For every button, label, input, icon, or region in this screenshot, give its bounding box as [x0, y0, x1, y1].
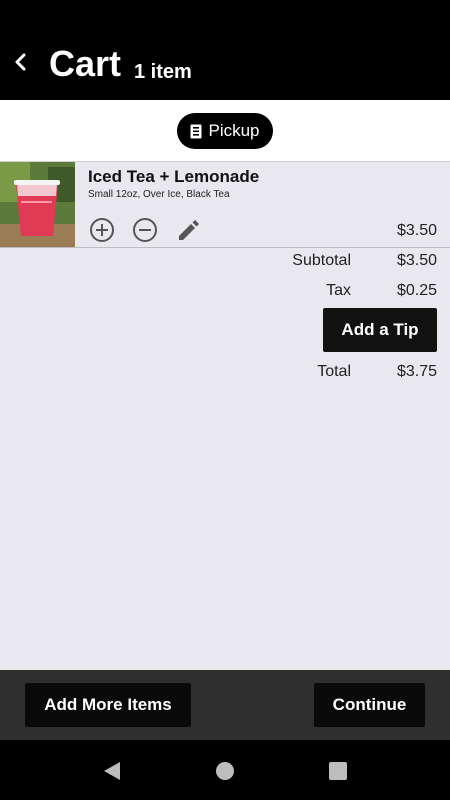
add-tip-button[interactable]: Add a Tip — [323, 308, 437, 352]
item-price: $3.50 — [396, 222, 437, 239]
item-count: 1 item — [134, 61, 192, 83]
cart-item: Iced Tea + Lemonade Small 12oz, Over Ice… — [0, 162, 450, 248]
add-more-items-button[interactable]: Add More Items — [25, 683, 191, 727]
pencil-icon[interactable] — [175, 217, 201, 243]
pickup-label: Pickup — [208, 121, 260, 140]
nav-back-icon[interactable] — [101, 760, 123, 782]
continue-button[interactable]: Continue — [314, 683, 425, 727]
pickup-toggle[interactable]: Pickup — [177, 113, 273, 149]
tax-value: $0.25 — [396, 282, 437, 299]
back-arrow-icon[interactable] — [10, 48, 34, 76]
minus-circle-icon[interactable] — [132, 217, 158, 243]
nav-home-icon[interactable] — [214, 760, 236, 782]
item-name: Iced Tea + Lemonade — [88, 167, 260, 186]
item-image — [0, 162, 75, 247]
receipt-icon — [190, 124, 202, 138]
item-options: Small 12oz, Over Ice, Black Tea — [88, 189, 230, 200]
nav-recents-icon[interactable] — [327, 760, 349, 782]
plus-circle-icon[interactable] — [89, 217, 115, 243]
subtotal-label: Subtotal — [292, 252, 351, 269]
tax-label: Tax — [326, 282, 351, 299]
app-header: Cart 1 item — [0, 0, 450, 100]
total-value: $3.75 — [396, 363, 437, 380]
system-nav-bar — [0, 740, 450, 800]
subtotal-value: $3.50 — [396, 252, 437, 269]
page-title: Cart — [49, 43, 122, 84]
order-mode-bar: Pickup — [0, 100, 450, 162]
cart-footer: Add More Items Continue — [0, 670, 450, 740]
total-label: Total — [317, 363, 351, 380]
